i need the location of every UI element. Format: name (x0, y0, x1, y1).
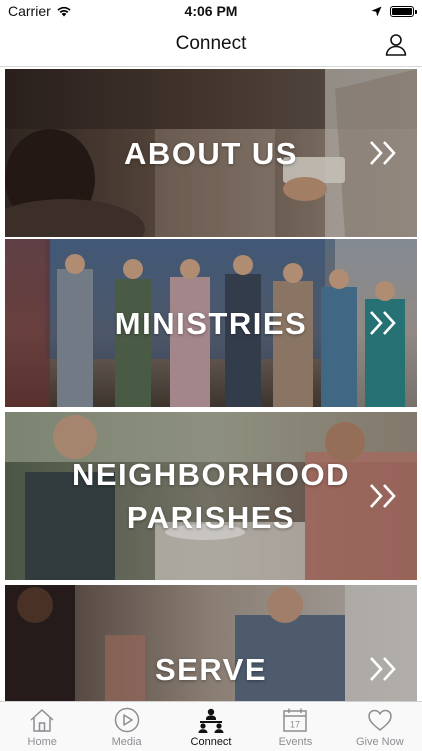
tab-label: Media (111, 736, 142, 748)
double-chevron-right-icon (370, 311, 396, 335)
card-neighborhood-parishes[interactable]: NEIGHBORHOOD PARISHES (5, 412, 417, 580)
play-circle-icon (113, 706, 141, 734)
tab-label: Events (278, 736, 313, 748)
nav-bar: Connect (0, 22, 422, 67)
tab-connect[interactable]: Connect (169, 702, 253, 751)
status-right (371, 5, 417, 17)
double-chevron-right-icon (370, 484, 396, 508)
card-ministries[interactable]: MINISTRIES (5, 239, 417, 407)
card-about-us[interactable]: ABOUT US (5, 69, 417, 237)
double-chevron-right-icon (370, 141, 396, 165)
battery-icon (390, 5, 417, 17)
double-chevron-right-icon (370, 657, 396, 681)
status-left: Carrier (8, 3, 72, 19)
tab-media[interactable]: Media (84, 702, 168, 751)
page-title: Connect (175, 33, 247, 54)
tab-label: Home (27, 736, 57, 748)
tab-label: Give Now (355, 736, 404, 748)
tab-home[interactable]: Home (0, 702, 84, 751)
tab-events[interactable]: 17 Events (253, 702, 337, 751)
tab-label: Connect (190, 736, 232, 748)
card-label: NEIGHBORHOOD PARISHES (71, 457, 351, 535)
wifi-icon (57, 6, 71, 17)
tab-bar: Home Media Connect 17 Events Give Now (0, 701, 422, 751)
people-icon (197, 706, 225, 734)
battery-fill (392, 7, 412, 15)
house-icon (28, 706, 56, 734)
card-serve[interactable]: SERVE (5, 585, 417, 701)
calendar-icon: 17 (281, 706, 309, 734)
carrier-label: Carrier (8, 3, 51, 19)
status-bar: Carrier 4:06 PM (0, 0, 422, 22)
connect-list: ABOUT US MINISTRIES NEIGHBORHOOD PARISHE… (0, 67, 422, 701)
calendar-day: 17 (290, 720, 300, 730)
card-label: MINISTRIES (114, 305, 308, 341)
card-label: ABOUT US (124, 135, 298, 171)
person-icon (385, 34, 407, 56)
card-label: SERVE (154, 651, 268, 687)
location-arrow-icon (371, 6, 382, 16)
heart-icon (366, 706, 394, 734)
tab-give-now[interactable]: Give Now (338, 702, 422, 751)
profile-button[interactable] (382, 30, 410, 58)
